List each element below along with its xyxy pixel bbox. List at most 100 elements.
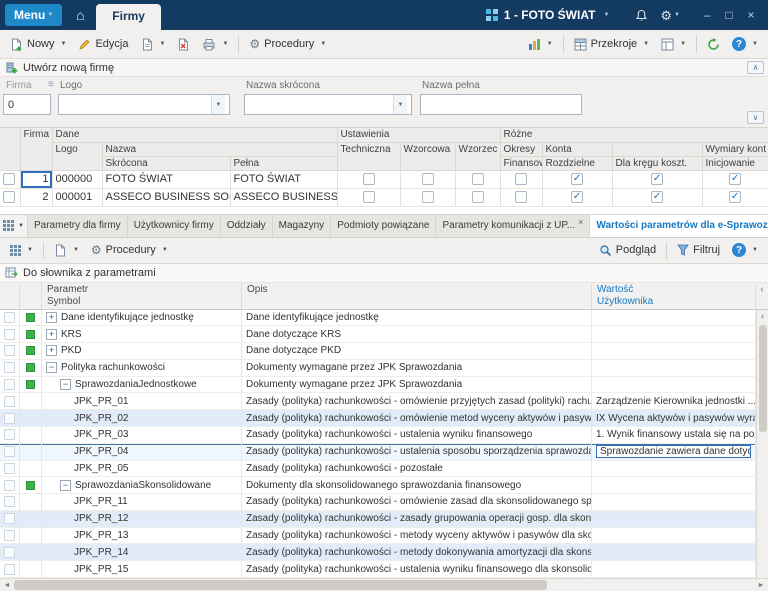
tab-close-icon[interactable]: × — [578, 217, 583, 227]
wzorcowa-checkbox[interactable] — [422, 173, 434, 185]
settings-button[interactable]: ⚙▼ — [660, 9, 680, 22]
create-company-bar[interactable]: Utwórz nową firmę ∧ — [0, 59, 768, 77]
document-button[interactable]: ▼ — [48, 241, 85, 260]
okresy-finansowe-checkbox[interactable] — [515, 173, 527, 185]
dictionary-link[interactable]: Do słownika z parametrami — [23, 267, 156, 279]
col-header-firma[interactable]: Firma▲ — [20, 128, 52, 170]
col-header-wartosc[interactable]: WartośćUżytkownika — [592, 283, 756, 309]
firma-filter-input[interactable] — [3, 94, 51, 115]
collapse-icon[interactable]: − — [46, 362, 57, 373]
row-checkbox[interactable] — [4, 362, 15, 373]
col-header-techniczna[interactable]: Techniczna — [337, 142, 400, 170]
notifications-button[interactable] — [635, 9, 648, 22]
procedury-button[interactable]: ⚙ Procedury▼ — [243, 35, 332, 53]
param-row[interactable]: JPK_PR_05Zasady (polityka) rachunkowości… — [0, 461, 756, 478]
param-row[interactable]: JPK_PR_04Zasady (polityka) rachunkowości… — [0, 444, 756, 461]
company-selector[interactable]: 1 - FOTO ŚWIAT ▼ — [486, 8, 610, 22]
row-checkbox[interactable] — [4, 379, 15, 390]
techniczna-checkbox[interactable] — [363, 173, 375, 185]
col-header-parametr[interactable]: ParametrSymbol — [42, 283, 242, 309]
company-row[interactable]: 1000000FOTO ŚWIATFOTO ŚWIAT✓✓✓ — [0, 170, 768, 188]
help-button[interactable]: ?▼ — [726, 34, 764, 54]
col-header-wzorcowa[interactable]: Wzorcowa — [400, 142, 455, 170]
scroll-up-button[interactable]: ∧ — [747, 61, 764, 74]
dla-kregu-koszt-checkbox[interactable]: ✓ — [651, 191, 663, 203]
expand-icon[interactable]: + — [46, 329, 57, 340]
dla-kregu-koszt-checkbox[interactable]: ✓ — [651, 173, 663, 185]
wzorcowa-checkbox[interactable] — [422, 191, 434, 203]
maximize-button[interactable]: □ — [718, 8, 740, 22]
col-header-skrocona[interactable]: Skrócona — [102, 156, 230, 170]
layout-button[interactable]: ▼ — [655, 35, 692, 54]
param-row[interactable]: JPK_PR_14Zasady (polityka) rachunkowości… — [0, 544, 756, 561]
row-checkbox[interactable] — [4, 329, 15, 340]
collapse-right-panel-icon[interactable]: ‹ — [756, 283, 768, 309]
tab-parametry-dla-firmy[interactable]: Parametry dla firmy — [28, 215, 128, 237]
wzorzec-checkbox[interactable] — [472, 173, 484, 185]
col-header-rozdzielne[interactable]: Rozdzielne — [542, 156, 612, 170]
collapse-icon[interactable]: − — [60, 480, 71, 491]
konta-rozdzielne-checkbox[interactable]: ✓ — [571, 191, 583, 203]
col-header-okresy[interactable]: Okresy — [500, 142, 542, 156]
scrollbar-track[interactable] — [14, 579, 754, 591]
help-params-button[interactable]: ?▼ — [726, 240, 764, 260]
param-row[interactable]: JPK_PR_11Zasady (polityka) rachunkowości… — [0, 494, 756, 511]
col-header-dla-kregu[interactable]: Dla kręgu koszt. — [612, 156, 702, 170]
delete-button[interactable] — [171, 35, 196, 54]
row-checkbox[interactable] — [4, 463, 15, 474]
inicjowanie-checkbox[interactable]: ✓ — [729, 173, 741, 185]
tab-firmy[interactable]: Firmy — [96, 4, 161, 30]
tab-podmioty-powiazane[interactable]: Podmioty powiązane — [331, 215, 436, 237]
okresy-finansowe-checkbox[interactable] — [515, 191, 527, 203]
param-group-row[interactable]: −SprawozdaniaSkonsolidowaneDokumenty dla… — [0, 477, 756, 494]
param-row[interactable]: JPK_PR_15Zasady (polityka) rachunkowości… — [0, 561, 756, 578]
col-header-logo[interactable]: Logo — [52, 142, 102, 170]
scrollbar-thumb[interactable] — [14, 580, 547, 590]
filter-menu-icon[interactable]: ≡ — [48, 79, 54, 90]
nazwa-skrocona-filter-select[interactable]: ▼ — [244, 94, 412, 115]
row-checkbox[interactable] — [4, 513, 15, 524]
scroll-left-icon[interactable]: ◄ — [0, 582, 14, 589]
expand-icon[interactable]: + — [46, 312, 57, 323]
value-editor[interactable]: Sprawozdanie zawiera dane dotyczące jed — [596, 445, 751, 458]
row-checkbox[interactable] — [4, 429, 15, 440]
scroll-right-icon[interactable]: ► — [754, 582, 768, 589]
row-checkbox[interactable] — [4, 547, 15, 558]
tab-oddzialy[interactable]: Oddziały — [221, 215, 273, 237]
col-header-konta[interactable]: Konta — [542, 142, 612, 156]
edycja-button[interactable]: Edycja — [72, 35, 134, 54]
row-checkbox[interactable] — [4, 345, 15, 356]
filtruj-button[interactable]: Filtruj — [671, 241, 726, 259]
param-group-row[interactable]: −SprawozdaniaJednostkoweDokumenty wymaga… — [0, 377, 756, 394]
param-row[interactable]: JPK_PR_02Zasady (polityka) rachunkowości… — [0, 410, 756, 427]
document-options-button[interactable]: ▼ — [135, 35, 172, 54]
przekroje-button[interactable]: Przekroje▼ — [568, 35, 655, 54]
nazwa-pelna-filter-input[interactable] — [420, 94, 582, 115]
row-select-checkbox[interactable] — [3, 173, 15, 185]
grid-view-button[interactable]: ▼ — [4, 242, 39, 259]
param-group-row[interactable]: +Dane identyfikujące jednostkęDane ident… — [0, 310, 756, 327]
row-checkbox[interactable] — [4, 564, 15, 575]
row-checkbox[interactable] — [4, 312, 15, 323]
tab-parametry-komunikacji-z-up[interactable]: Parametry komunikacji z UP...× — [436, 215, 590, 237]
row-checkbox[interactable] — [4, 496, 15, 507]
row-checkbox[interactable] — [4, 480, 15, 491]
param-group-row[interactable]: +KRSDane dotyczące KRS — [0, 326, 756, 343]
col-header-wzorzec[interactable]: Wzorzec — [455, 142, 500, 170]
procedury-params-button[interactable]: ⚙ Procedury▼ — [85, 241, 174, 259]
col-header-inicjowanie[interactable]: Inicjowanie — [702, 156, 768, 170]
tab-uzytkownicy-firmy[interactable]: Użytkownicy firmy — [128, 215, 221, 237]
inicjowanie-checkbox[interactable]: ✓ — [729, 191, 741, 203]
tab-wartosci-parametrow-dla-e-sprawozdania[interactable]: Wartości parametrów dla e-Sprawozdania — [590, 215, 768, 237]
row-checkbox[interactable] — [4, 446, 15, 457]
logo-filter-select[interactable]: ▼ — [58, 94, 230, 115]
minimize-button[interactable]: – — [696, 8, 718, 22]
col-header-finansowe[interactable]: Finansowe — [500, 156, 542, 170]
refresh-button[interactable] — [701, 35, 726, 54]
podglad-button[interactable]: Podgląd — [593, 241, 662, 260]
param-row[interactable]: JPK_PR_12Zasady (polityka) rachunkowości… — [0, 511, 756, 528]
collapse-right-panel-icon[interactable]: ‹ — [761, 310, 764, 323]
scrollbar-thumb[interactable] — [759, 325, 767, 432]
param-group-row[interactable]: −Polityka rachunkowościDokumenty wymagan… — [0, 360, 756, 377]
tab-magazyny[interactable]: Magazyny — [273, 215, 332, 237]
